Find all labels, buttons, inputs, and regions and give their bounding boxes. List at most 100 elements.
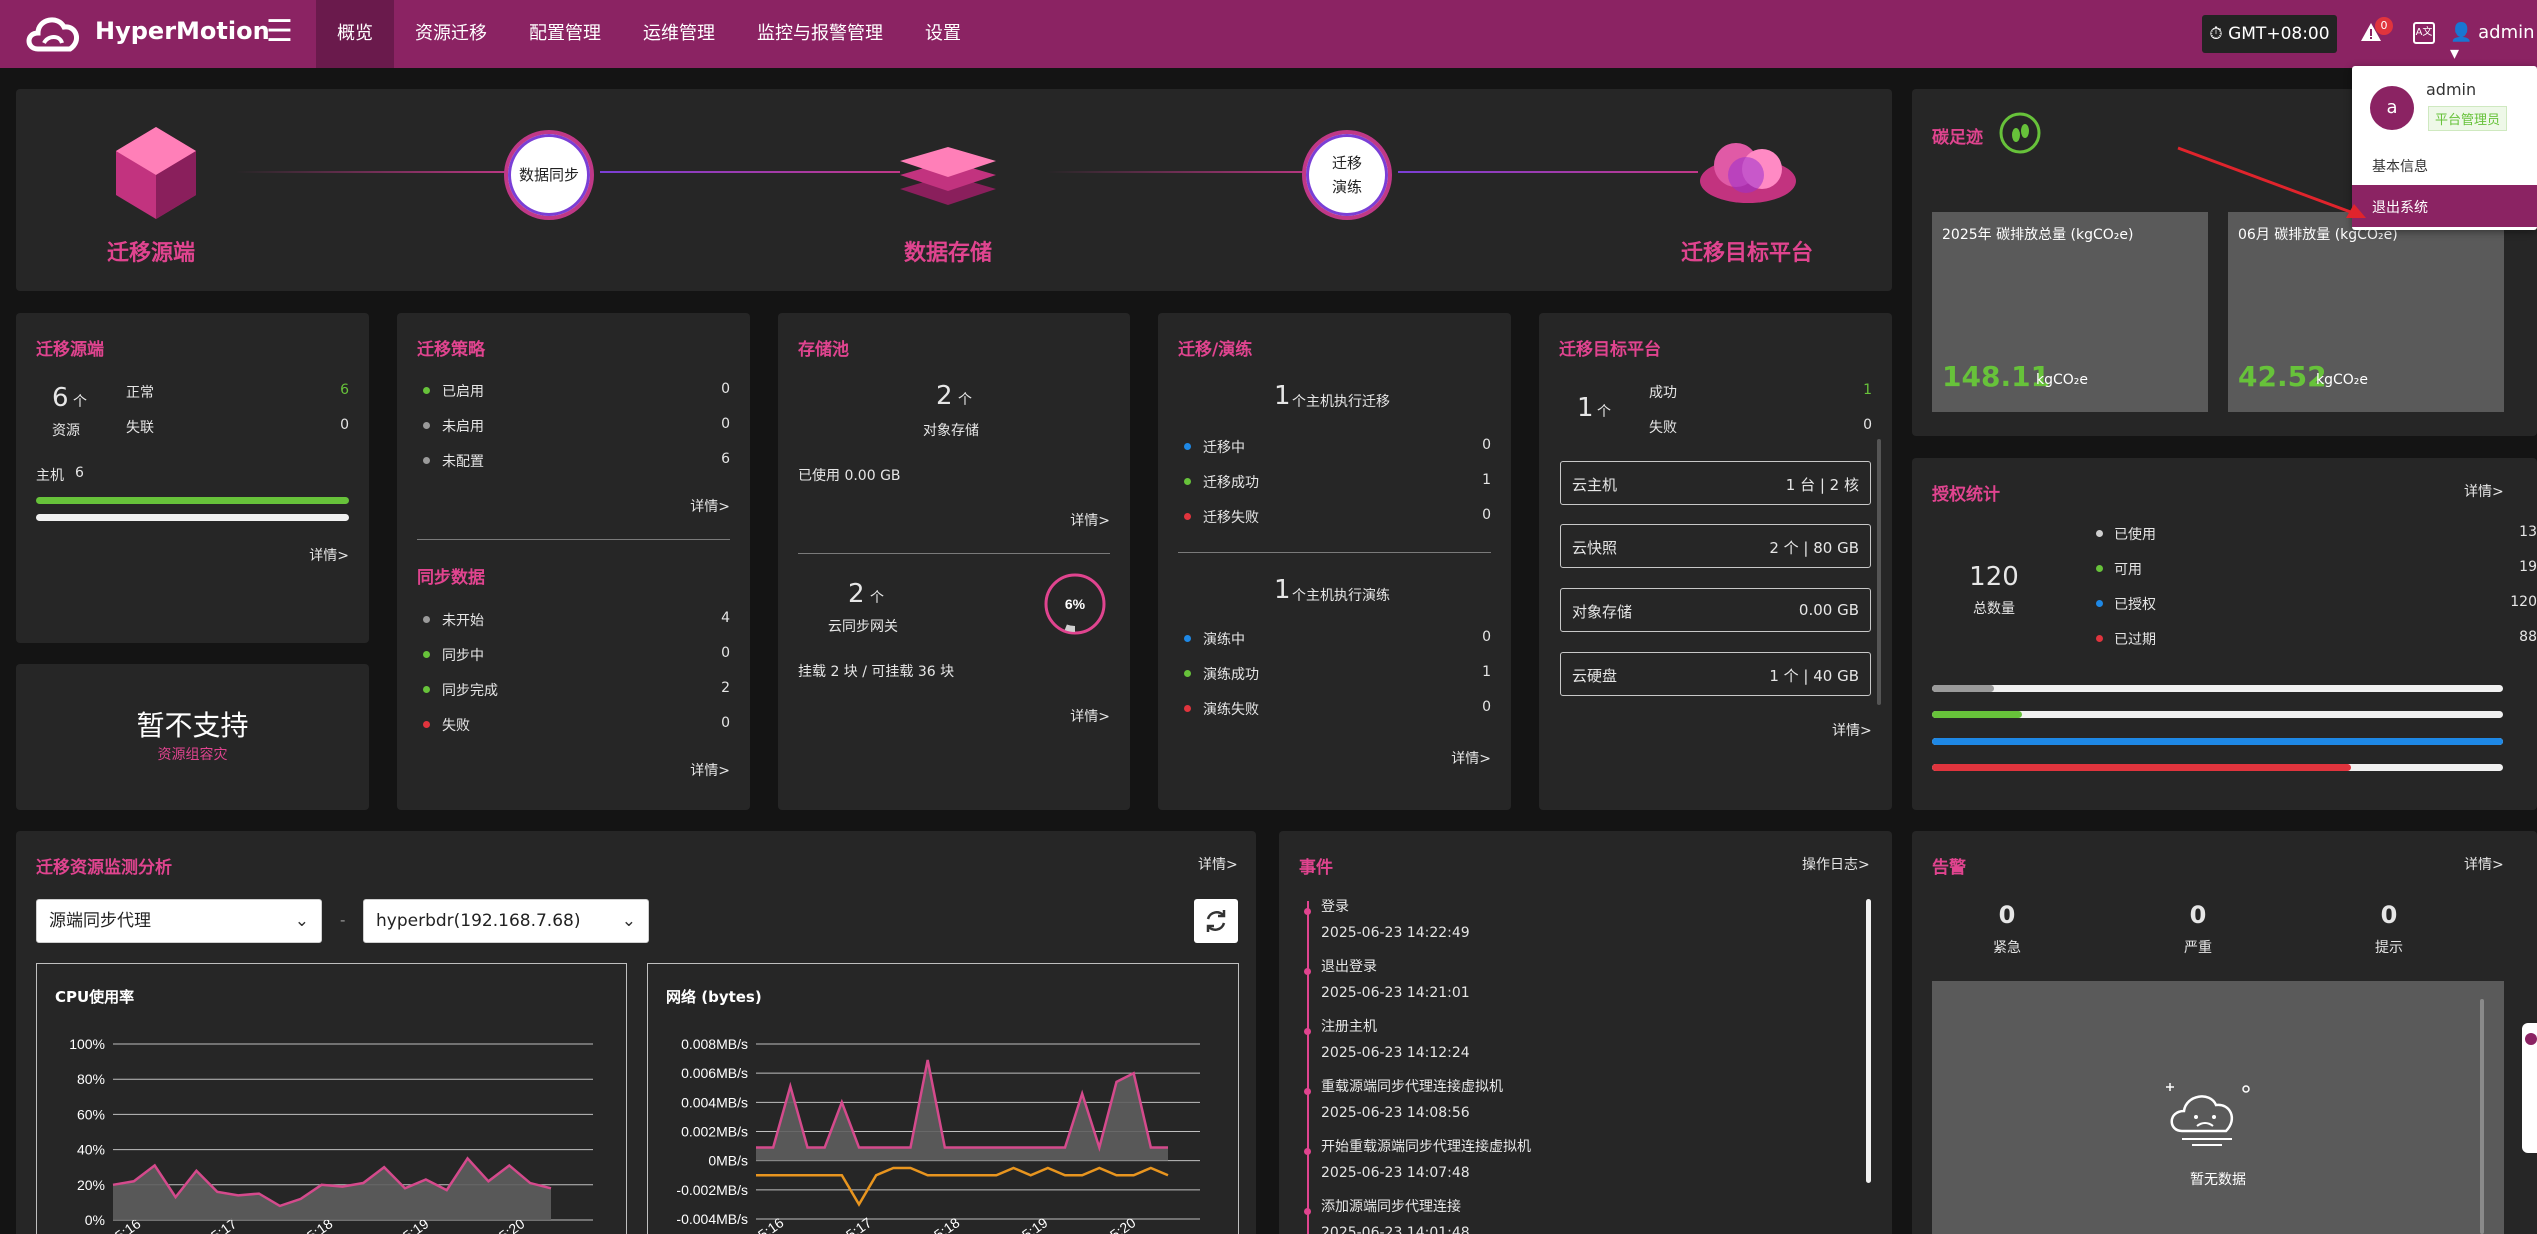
migrate-title: 迁移/演练 xyxy=(1178,340,1253,360)
policy-item-label: 未配置 xyxy=(442,454,484,470)
month-emission-value: 42.52 xyxy=(2238,360,2327,393)
top-bar: HyperMotion ☰ 概览 资源迁移 配置管理 运维管理 监控与报警管理 … xyxy=(0,0,2537,68)
sync-item-label: 未开始 xyxy=(442,613,484,629)
alarm-scrollbar[interactable] xyxy=(2480,999,2484,1234)
nav-monitor[interactable]: 监控与报警管理 xyxy=(736,0,904,68)
object-storage-unit: 个 xyxy=(958,392,972,408)
sync-item-label: 失败 xyxy=(442,718,470,734)
footprint-icon xyxy=(1999,112,2041,154)
divider xyxy=(1178,552,1491,553)
sync-item-value: 4 xyxy=(721,610,730,626)
x-tick-label: 15:16 xyxy=(749,1214,787,1234)
enabled-dot xyxy=(423,387,430,394)
used-dot xyxy=(2096,530,2103,537)
y-tick-label: 0% xyxy=(85,1212,105,1228)
year-emission-value: 148.11 xyxy=(1942,360,2051,393)
agent-host-select[interactable]: hyperbdr(192.168.7.68) ⌄ xyxy=(363,899,649,943)
event-time: 2025-06-23 14:08:56 xyxy=(1321,1105,1470,1121)
year-emission-unit: kgCO₂e xyxy=(2036,372,2089,388)
gateway-count: 2 xyxy=(848,579,865,609)
target-details-link[interactable]: 详情> xyxy=(1832,720,1872,740)
y-tick-label: 0MB/s xyxy=(708,1153,748,1169)
user-menu-trigger[interactable]: 👤 admin ▾ xyxy=(2450,22,2537,64)
nav-ops[interactable]: 运维管理 xyxy=(622,0,736,68)
logout-item[interactable]: 退出系统 xyxy=(2352,185,2537,227)
authorized-fill xyxy=(1932,738,2503,745)
source-count: 6 xyxy=(52,383,69,413)
sync-failed-dot xyxy=(423,721,430,728)
timezone-button[interactable]: ⏱ GMT+08:00 xyxy=(2202,15,2337,53)
timeline-dot xyxy=(1304,908,1311,915)
language-icon[interactable]: A文 xyxy=(2413,22,2435,44)
event-name: 登录 xyxy=(1321,899,1349,915)
x-tick-label: 15:20 xyxy=(1101,1214,1139,1234)
basic-info-item[interactable]: 基本信息 xyxy=(2372,156,2428,176)
syncing-dot xyxy=(423,651,430,658)
target-cloud-icon xyxy=(1700,143,1796,203)
y-tick-label: 20% xyxy=(77,1177,105,1193)
expired-dot xyxy=(2096,635,2103,642)
source-count-label: 资源 xyxy=(52,423,80,439)
series-area xyxy=(756,1060,1168,1161)
y-tick-label: 0.002MB/s xyxy=(681,1124,748,1140)
y-tick-label: 0.004MB/s xyxy=(681,1094,748,1110)
network-chart-panel: 网络 (bytes) 0.008MB/s 0.006MB/s 0.004MB/s 0.… xyxy=(647,963,1239,1234)
drill-item-label: 演练失败 xyxy=(1203,702,1259,718)
expired-track xyxy=(1932,764,2503,771)
sync-item-label: 同步完成 xyxy=(442,683,498,699)
side-float-tab[interactable] xyxy=(2522,1023,2537,1153)
license-details-link[interactable]: 详情> xyxy=(2464,481,2504,501)
gateway-unit: 个 xyxy=(870,590,884,606)
event-time: 2025-06-23 14:12:24 xyxy=(1321,1045,1470,1061)
disabled-dot xyxy=(423,422,430,429)
event-name: 注册主机 xyxy=(1321,1019,1377,1035)
available-fill xyxy=(1932,711,2023,718)
storage-details-link[interactable]: 详情> xyxy=(1070,510,1110,530)
policy-details-link[interactable]: 详情> xyxy=(690,496,730,516)
authorized-dot xyxy=(2096,600,2103,607)
monitor-details-link[interactable]: 详情> xyxy=(1198,854,1238,874)
sync-details-link[interactable]: 详情> xyxy=(690,760,730,780)
not-started-dot xyxy=(423,616,430,623)
flow-line-3 xyxy=(1046,171,1326,173)
cpu-usage-chart: 100%80%60%40%20%0% 15:16 15:17 15:18 15:19 15… xyxy=(69,1036,593,1234)
user-dropdown-menu: a admin 平台管理员 基本信息 退出系统 xyxy=(2352,66,2537,230)
host-normal-bar xyxy=(36,497,349,504)
scrollbar[interactable] xyxy=(1877,439,1881,705)
nav-overview[interactable]: 概览 xyxy=(316,0,394,68)
license-item-label: 已授权 xyxy=(2114,597,2156,613)
menu-toggle-icon[interactable]: ☰ xyxy=(266,14,293,49)
refresh-button[interactable] xyxy=(1194,899,1238,943)
migrate-details-link[interactable]: 详情> xyxy=(1451,748,1491,768)
migrate-item-value: 1 xyxy=(1482,472,1491,488)
source-details-link[interactable]: 详情> xyxy=(309,545,349,565)
main-nav: 概览 资源迁移 配置管理 运维管理 监控与报警管理 设置 xyxy=(316,0,982,68)
alarm-title: 告警 xyxy=(1932,858,1966,878)
flow-source-label: 迁移源端 xyxy=(107,241,196,266)
event-name: 退出登录 xyxy=(1321,959,1377,975)
nav-config[interactable]: 配置管理 xyxy=(508,0,622,68)
nav-settings[interactable]: 设置 xyxy=(904,0,982,68)
mount-info: 挂载 2 块 / 可挂载 36 块 xyxy=(798,664,955,680)
empty-cloud-icon xyxy=(2166,1083,2250,1146)
operation-log-link[interactable]: 操作日志> xyxy=(1802,854,1870,874)
alarm-details-link[interactable]: 详情> xyxy=(2464,854,2504,874)
alarm-empty-text: 暂无数据 xyxy=(2190,1172,2246,1188)
drill-count-label: 个主机执行演练 xyxy=(1292,588,1390,604)
used-fill xyxy=(1932,685,1994,692)
migration-flow-card: 迁移源端 数据同步 数据存储 迁移 演练 迁移目标平台 xyxy=(16,89,1892,291)
events-card: 事件 操作日志> 登录 2025-06-23 14:22:49 退出登录 2025-0… xyxy=(1279,831,1892,1234)
nav-resource-migration[interactable]: 资源迁移 xyxy=(394,0,508,68)
migrate-item-label: 迁移中 xyxy=(1203,440,1245,456)
row-value: 1 个 | 40 GB xyxy=(1769,667,1859,685)
agent-type-select[interactable]: 源端同步代理 ⌄ xyxy=(36,899,322,943)
available-dot xyxy=(2096,565,2103,572)
event-time: 2025-06-23 14:22:49 xyxy=(1321,925,1470,941)
license-total: 120 xyxy=(1969,562,2019,592)
node-label: 数据同步 xyxy=(518,166,579,184)
policy-item-value: 0 xyxy=(721,381,730,397)
drill-item-label: 演练成功 xyxy=(1203,667,1259,683)
gateway-details-link[interactable]: 详情> xyxy=(1070,706,1110,726)
events-scrollbar[interactable] xyxy=(1866,899,1871,1183)
side-tab-icon xyxy=(2525,1033,2537,1045)
